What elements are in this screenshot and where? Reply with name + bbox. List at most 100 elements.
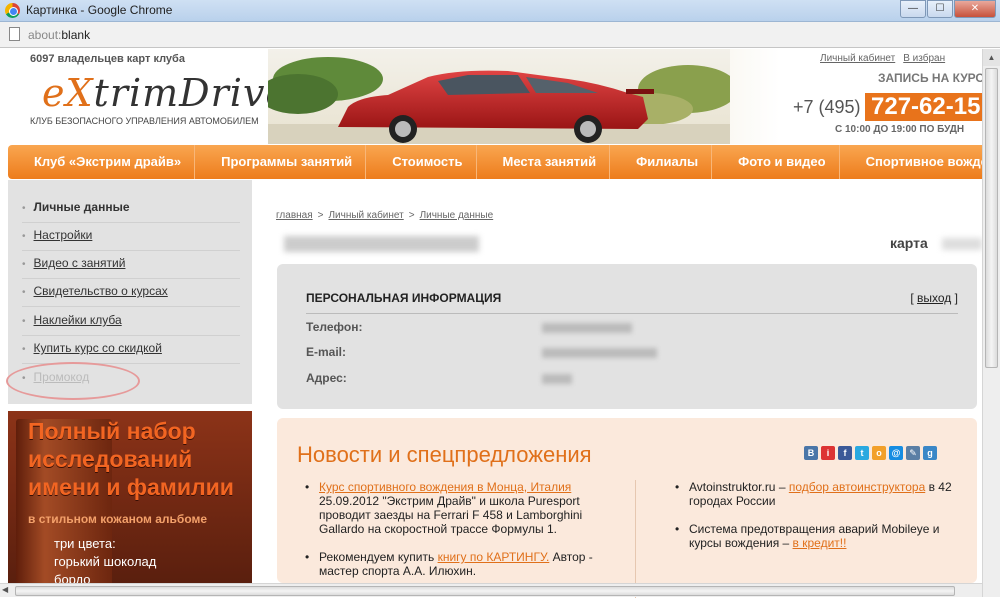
news-link-karting-book[interactable]: книгу по КАРТИНГУ. — [438, 550, 550, 564]
livejournal-icon[interactable]: ✎ — [906, 446, 920, 460]
breadcrumb-sep: > — [408, 210, 415, 221]
news-list-left: Курс спортивного вождения в Монца, Итали… — [305, 480, 605, 592]
email-label: E-mail: — [306, 345, 347, 359]
main-nav: Клуб «Экстрим драйв» Программы занятий С… — [8, 145, 1000, 179]
google-icon[interactable]: g — [923, 446, 937, 460]
sidebar-item-label: Свидетельство о курсах — [33, 284, 168, 298]
sidebar-item-videos[interactable]: Видео с занятий — [22, 256, 240, 279]
news-link-instructor[interactable]: подбор автоинструктора — [789, 480, 925, 494]
news-panel: Новости и спецпредложения Bifto@✎g Курс … — [277, 418, 977, 598]
page-icon — [9, 27, 20, 41]
nav-item-places[interactable]: Места занятий — [477, 145, 611, 179]
working-hours: С 10:00 ДО 19:00 ПО БУДН — [835, 124, 965, 135]
sidebar-item-personal-data[interactable]: Личные данные — [22, 200, 240, 223]
news-item: Рекомендуем купить книгу по КАРТИНГУ. Ав… — [305, 550, 605, 578]
scrollbar-thumb[interactable] — [985, 68, 998, 368]
close-button[interactable]: ✕ — [954, 0, 996, 18]
logo-text: trimDrive — [93, 71, 289, 115]
favorites-link[interactable]: В избран — [903, 53, 945, 64]
nav-item-programs[interactable]: Программы занятий — [195, 145, 367, 179]
horizontal-scrollbar[interactable]: ◀ — [0, 583, 982, 597]
news-link-credit[interactable]: в кредит!! — [793, 536, 847, 550]
browser-titlebar: Картинка - Google Chrome — ☐ ✕ — [0, 0, 1000, 22]
address-value-blurred — [542, 374, 572, 384]
breadcrumb-cabinet[interactable]: Личный кабинет — [328, 210, 403, 221]
ad-colors: три цвета: горький шоколад бордо — [54, 535, 156, 583]
phone-number: 727-62-15 — [865, 93, 987, 121]
twitter-icon[interactable]: t — [855, 446, 869, 460]
phone-label: Телефон: — [306, 320, 363, 334]
nav-item-club[interactable]: Клуб «Экстрим драйв» — [8, 145, 196, 179]
phone-code: +7 (495) — [793, 97, 861, 117]
breadcrumb-home[interactable]: главная — [276, 210, 313, 221]
maximize-button[interactable]: ☐ — [927, 0, 953, 18]
sidebar-item-discount-course[interactable]: Купить курс со скидкой — [22, 341, 240, 364]
ad-colors-line: три цвета: — [54, 536, 116, 551]
social-share-icons: Bi f t o @ ✎ g — [804, 446, 940, 460]
bracket: ] — [954, 291, 958, 305]
chrome-icon — [5, 3, 20, 18]
personal-info-panel: ПЕРСОНАЛЬНАЯ ИНФОРМАЦИЯ [ выход ] Телефо… — [277, 264, 977, 409]
address-bar[interactable]: about:blank — [0, 22, 1000, 48]
scroll-left-icon[interactable]: ◀ — [2, 585, 8, 594]
site-tagline: КЛУБ БЕЗОПАСНОГО УПРАВЛЕНИЯ АВТОМОБИЛЕМ — [30, 116, 259, 126]
news-link-monza[interactable]: Курс спортивного вождения в Монца, Итали… — [319, 480, 571, 494]
news-item-text: Avtoinstruktor.ru – — [689, 480, 789, 494]
site-logo[interactable]: eXtrimDrive — [42, 71, 289, 115]
vertical-scrollbar[interactable]: ▲ — [982, 49, 1000, 597]
sidebar-item-label: Видео с занятий — [33, 256, 126, 270]
nav-item-branches[interactable]: Филиалы — [610, 145, 713, 179]
promocode-highlight-circle — [6, 362, 140, 400]
nav-item-sport-driving[interactable]: Спортивное вождение — [840, 145, 1000, 179]
url-text[interactable]: about:blank — [28, 28, 90, 42]
logout-label: выход — [917, 291, 952, 305]
scroll-up-icon[interactable]: ▲ — [983, 49, 1000, 66]
ad-colors-line: горький шоколад — [54, 554, 157, 569]
odnoklassniki-icon[interactable]: o — [872, 446, 886, 460]
personal-cabinet-link[interactable]: Личный кабинет — [820, 53, 895, 64]
window-controls: — ☐ ✕ — [899, 0, 996, 18]
sidebar-item-settings[interactable]: Настройки — [22, 228, 240, 251]
vkontakte-icon[interactable]: B — [804, 446, 818, 460]
url-scheme: about: — [28, 28, 62, 42]
album-ad-banner[interactable]: Полный набор исследований имени и фамили… — [8, 411, 252, 583]
news-divider — [635, 480, 636, 598]
sidebar-item-label: Наклейки клуба — [33, 313, 122, 327]
news-item-text: 25.09.2012 "Экстрим Драйв" и школа Pures… — [319, 494, 583, 536]
ad-subtitle: в стильном кожаном альбоме — [28, 512, 208, 526]
news-item-text: Рекомендуем купить — [319, 550, 438, 564]
ad-colors-line: бордо — [54, 572, 91, 583]
news-item: Avtoinstruktor.ru – подбор автоинструкто… — [675, 480, 965, 508]
logout-link[interactable]: [ выход ] — [910, 291, 958, 305]
card-label: карта — [890, 235, 928, 251]
facebook-icon[interactable]: f — [838, 446, 852, 460]
phone-value-blurred — [542, 323, 632, 333]
logo-x: eX — [42, 71, 94, 115]
scrollbar-thumb[interactable] — [15, 586, 955, 596]
site-header: 6097 владельцев карт клуба eXtrimDrive К… — [0, 49, 1000, 144]
news-item: Система предотвращения аварий Mobileye и… — [675, 522, 965, 550]
breadcrumb-sep: > — [317, 210, 324, 221]
address-label: Адрес: — [306, 371, 347, 385]
sidebar-item-certificate[interactable]: Свидетельство о курсах — [22, 284, 240, 307]
sidebar-item-stickers[interactable]: Наклейки клуба — [22, 313, 240, 336]
mailru-icon[interactable]: @ — [889, 446, 903, 460]
members-count: 6097 владельцев карт клуба — [30, 53, 185, 65]
url-path: blank — [61, 28, 91, 42]
news-item: Курс спортивного вождения в Монца, Итали… — [305, 480, 605, 536]
header-links: Личный кабинет В избран — [820, 53, 953, 64]
personal-info-header: ПЕРСОНАЛЬНАЯ ИНФОРМАЦИЯ [ выход ] — [306, 291, 958, 314]
ad-headline: Полный набор исследований имени и фамили… — [28, 418, 234, 500]
email-value-blurred — [542, 348, 657, 358]
sidebar-item-label: Купить курс со скидкой — [33, 341, 162, 355]
minimize-button[interactable]: — — [900, 0, 926, 18]
sidebar-item-label: Личные данные — [33, 200, 130, 214]
breadcrumb: главная > Личный кабинет > Личные данные — [276, 210, 493, 221]
bracket: [ — [910, 291, 914, 305]
signup-label: ЗАПИСЬ НА КУРС — [878, 71, 985, 85]
nav-item-media[interactable]: Фото и видео — [712, 145, 840, 179]
sidebar-item-label: Настройки — [33, 228, 93, 242]
moikrug-icon[interactable]: i — [821, 446, 835, 460]
breadcrumb-current[interactable]: Личные данные — [420, 210, 494, 221]
nav-item-price[interactable]: Стоимость — [366, 145, 477, 179]
